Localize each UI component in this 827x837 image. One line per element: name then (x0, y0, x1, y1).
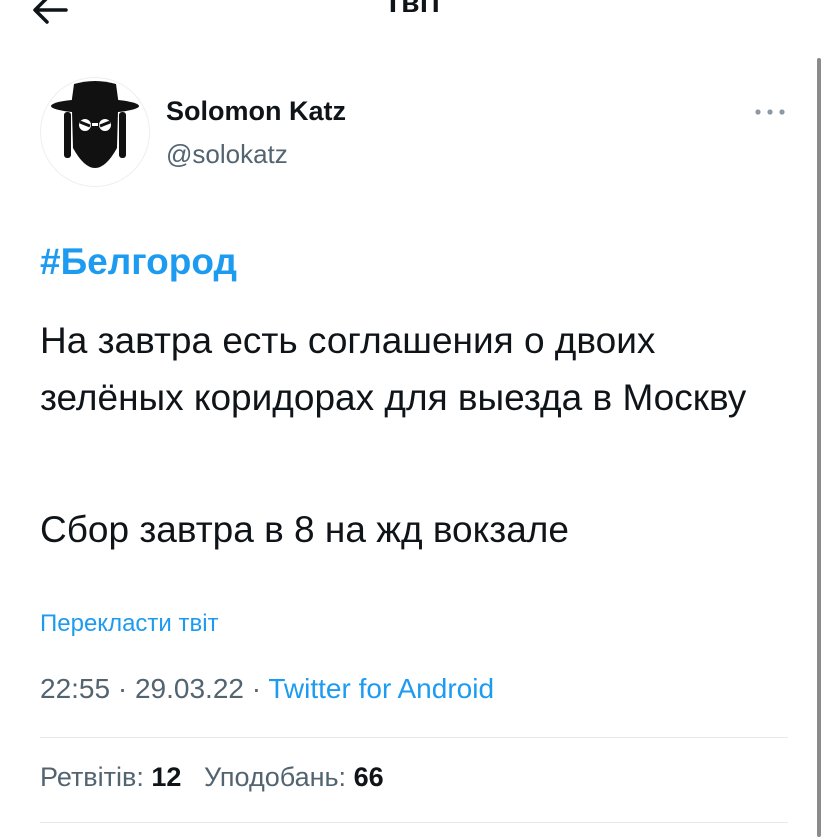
more-options-button[interactable] (750, 98, 790, 126)
author-handle[interactable]: @solokatz (166, 139, 288, 170)
meta-separator: · (243, 673, 269, 704)
likes-count: 66 (353, 762, 384, 792)
tweet-text-paragraph: Сбор завтра в 8 на жд вокзале (40, 509, 569, 550)
page-title: Твіт (383, 0, 444, 19)
tweet-text-paragraph: На завтра есть соглашения о двоих зелёны… (40, 320, 747, 418)
divider (40, 822, 788, 823)
divider (40, 737, 788, 738)
scrollbar[interactable] (817, 58, 821, 837)
translate-tweet-link[interactable]: Перекласти твіт (40, 610, 219, 638)
more-dots-icon (755, 109, 785, 115)
meta-separator: · (110, 673, 135, 704)
tweet-date[interactable]: 29.03.22 (135, 673, 244, 704)
likes-stat[interactable]: Уподобань: 66 (204, 762, 384, 792)
retweets-stat[interactable]: Ретвітів: 12 (40, 762, 189, 792)
author-name[interactable]: Solomon Katz (166, 96, 346, 127)
avatar[interactable] (40, 77, 150, 187)
hasidic-man-avatar (51, 81, 139, 168)
retweets-label: Ретвітів: (40, 762, 144, 792)
tweet-meta: 22:55 · 29.03.22 · Twitter for Android (40, 673, 494, 705)
retweets-count: 12 (151, 762, 182, 792)
likes-label: Уподобань: (203, 762, 347, 792)
hashtag-link[interactable]: #Белгород (40, 241, 237, 283)
tweet-source-link[interactable]: Twitter for Android (268, 673, 494, 704)
top-bar: Твіт (0, 0, 827, 30)
tweet-stats: Ретвітів: 12 Уподобань: 66 (40, 762, 384, 793)
tweet-time[interactable]: 22:55 (40, 673, 110, 704)
